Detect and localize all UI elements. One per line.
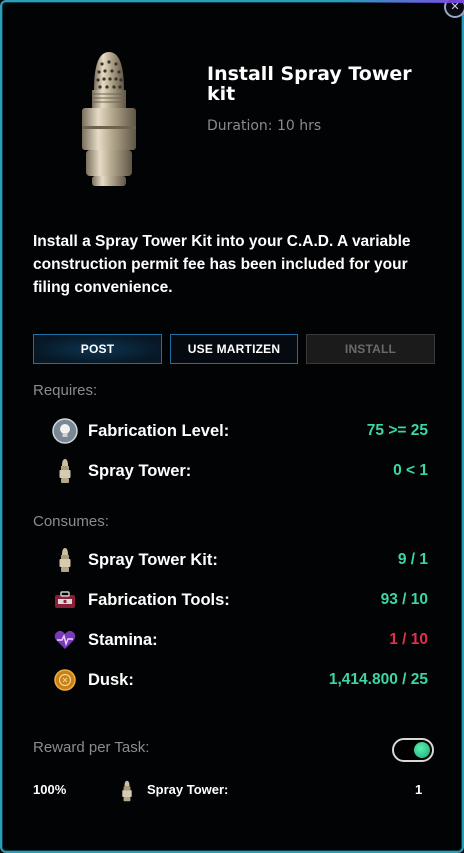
requires-heading: Requires: <box>33 382 98 399</box>
consume-label: Fabrication Tools: <box>88 590 230 609</box>
task-description: Install a Spray Tower Kit into your C.A.… <box>33 233 411 296</box>
reward-toggle[interactable] <box>392 738 434 762</box>
requirement-row: Fabrication Level: 75 >= 25 <box>52 418 428 444</box>
consume-value: 93 / 10 <box>380 591 428 608</box>
coin-icon <box>52 667 78 693</box>
requirement-value: 0 < 1 <box>393 462 428 479</box>
spray-tower-kit-image <box>82 52 136 186</box>
use-martizen-button[interactable]: USE MARTIZEN <box>170 334 298 364</box>
requirement-row: Spray Tower: 0 < 1 <box>52 458 428 484</box>
post-button[interactable]: POST <box>33 334 162 364</box>
task-panel: ✕ Install Spray Tower kit Duration: 10 h… <box>0 0 464 853</box>
consume-label: Dusk: <box>88 670 134 689</box>
requirement-value: 75 >= 25 <box>366 422 428 439</box>
heart-icon <box>52 627 78 653</box>
requirement-label: Fabrication Level: <box>88 421 230 440</box>
toolbox-icon <box>52 587 78 613</box>
task-title: Install Spray Tower kit <box>207 63 412 105</box>
spray-tower-kit-icon <box>52 547 78 573</box>
reward-quantity: 1 <box>415 782 423 797</box>
consume-value: 1,414.800 / 25 <box>328 671 428 688</box>
spray-tower-icon <box>121 780 133 806</box>
requirement-label: Spray Tower: <box>88 461 192 480</box>
spray-tower-icon <box>52 458 78 484</box>
consume-value: 9 / 1 <box>397 551 428 568</box>
install-button[interactable]: INSTALL <box>306 334 435 364</box>
consume-row: Stamina: 1 / 10 <box>52 627 428 653</box>
consume-row: Fabrication Tools: 93 / 10 <box>52 587 428 613</box>
consume-row: Dusk: 1,414.800 / 25 <box>52 667 428 693</box>
consumes-heading: Consumes: <box>33 513 109 530</box>
consume-label: Spray Tower Kit: <box>88 550 218 569</box>
consume-row: Spray Tower Kit: 9 / 1 <box>52 547 428 573</box>
lightbulb-icon <box>52 418 78 444</box>
reward-chance: 100% <box>33 782 67 797</box>
consume-value: 1 / 10 <box>389 631 428 648</box>
reward-label: Spray Tower: <box>147 782 229 797</box>
task-duration: Duration: 10 hrs <box>207 118 322 134</box>
close-icon[interactable]: ✕ <box>444 0 464 18</box>
reward-heading: Reward per Task: <box>33 739 150 756</box>
consume-label: Stamina: <box>88 630 158 649</box>
toggle-knob <box>414 742 430 758</box>
